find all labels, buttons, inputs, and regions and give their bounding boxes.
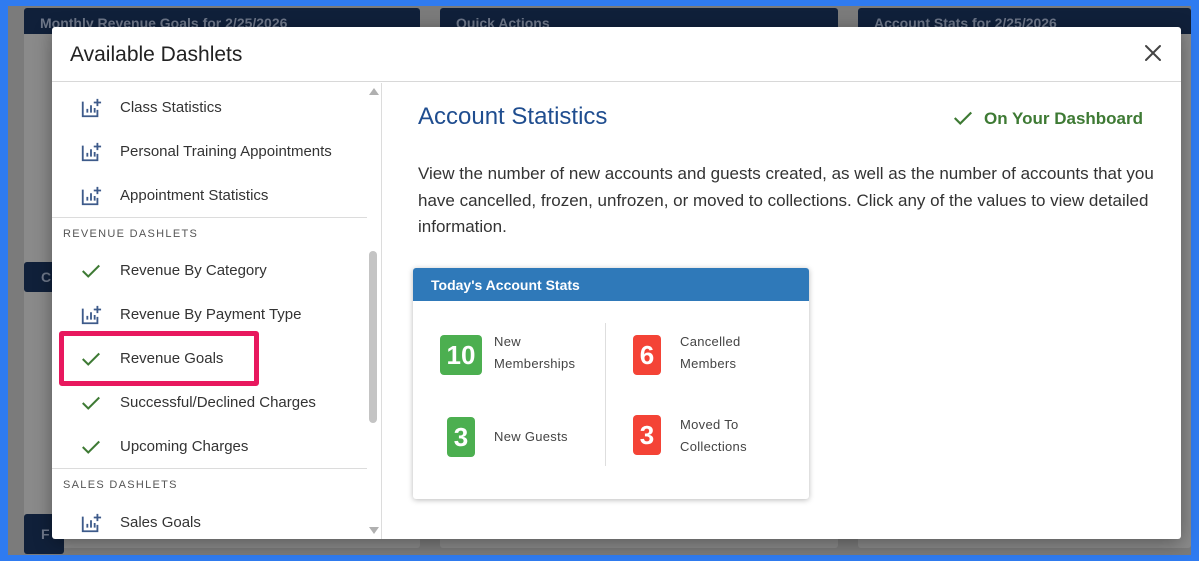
check-icon <box>82 396 100 410</box>
dashlet-personal-training-appointments[interactable]: Personal Training Appointments <box>52 129 367 173</box>
available-dashlets-modal: Available Dashlets Class Statistics Pers… <box>52 27 1181 539</box>
stat-label-line: New Guests <box>494 429 568 444</box>
check-icon <box>953 111 973 126</box>
dashlet-label: Sales Goals <box>120 514 201 531</box>
detail-description: View the number of new accounts and gues… <box>418 164 1154 236</box>
modal-title: Available Dashlets <box>70 43 243 66</box>
scroll-up-arrow-icon[interactable] <box>369 88 379 95</box>
status-label: On Your Dashboard <box>984 109 1144 128</box>
stat-label-line: Collections <box>680 439 747 454</box>
dashlet-label: Upcoming Charges <box>120 438 249 455</box>
dashlet-label: Revenue By Payment Type <box>120 306 302 323</box>
dashlet-label: Successful/Declined Charges <box>120 394 316 411</box>
stat-value: 6 <box>633 335 661 375</box>
bg-card-letter: C <box>41 269 52 285</box>
dashlet-revenue-by-payment-type[interactable]: Revenue By Payment Type <box>52 292 367 336</box>
dashlet-successful-declined-charges[interactable]: Successful/Declined Charges <box>52 380 367 424</box>
stat-label-line: Memberships <box>494 356 576 371</box>
check-icon <box>82 264 100 278</box>
detail-title: Account Statistics <box>418 103 608 130</box>
section-label: SALES DASHLETS <box>63 479 178 491</box>
check-icon <box>82 440 100 454</box>
section-revenue-dashlets: REVENUE DASHLETS <box>52 217 367 247</box>
add-chart-icon <box>81 513 102 533</box>
close-button[interactable] <box>1141 41 1165 65</box>
add-chart-icon <box>81 186 102 206</box>
stat-label-line: Members <box>680 356 737 371</box>
close-icon <box>1145 45 1161 61</box>
dashlet-label: Class Statistics <box>120 99 222 116</box>
stat-label: New Guests <box>494 426 604 448</box>
stat-value: 3 <box>447 417 475 457</box>
stat-label-line: Cancelled <box>680 334 741 349</box>
stat-label-line: Moved To <box>680 417 739 432</box>
dashlet-class-statistics[interactable]: Class Statistics <box>52 85 367 129</box>
stat-value: 10 <box>440 335 482 375</box>
add-chart-icon <box>81 142 102 162</box>
account-stats-preview: Today's Account Stats 10 New Memberships… <box>413 268 809 499</box>
dashlet-sales-goals[interactable]: Sales Goals <box>52 500 367 539</box>
preview-header: Today's Account Stats <box>413 268 809 301</box>
scroll-thumb[interactable] <box>369 251 377 423</box>
stat-label: Cancelled Members <box>680 331 790 375</box>
bg-card-letter: F <box>41 526 50 542</box>
dashlet-upcoming-charges[interactable]: Upcoming Charges <box>52 424 367 468</box>
stat-label: Moved To Collections <box>680 414 790 458</box>
add-chart-icon <box>81 98 102 118</box>
stat-label-line: New <box>494 334 521 349</box>
add-chart-icon <box>81 305 102 325</box>
dashlet-list: Class Statistics Personal Training Appoi… <box>52 83 382 539</box>
highlight-box <box>59 331 259 386</box>
stat-label: New Memberships <box>494 331 604 375</box>
dashlet-revenue-by-category[interactable]: Revenue By Category <box>52 248 367 292</box>
stat-value: 3 <box>633 415 661 455</box>
section-sales-dashlets: SALES DASHLETS <box>52 468 367 498</box>
dashlet-label: Personal Training Appointments <box>120 143 332 160</box>
dashlet-appointment-statistics[interactable]: Appointment Statistics <box>52 173 367 217</box>
dashlet-label: Revenue By Category <box>120 262 267 279</box>
preview-divider <box>605 323 606 466</box>
dashlet-label: Appointment Statistics <box>120 187 269 204</box>
list-scrollbar[interactable] <box>365 83 381 539</box>
scroll-down-arrow-icon[interactable] <box>369 527 379 534</box>
section-label: REVENUE DASHLETS <box>63 228 199 240</box>
modal-header: Available Dashlets <box>52 27 1181 82</box>
